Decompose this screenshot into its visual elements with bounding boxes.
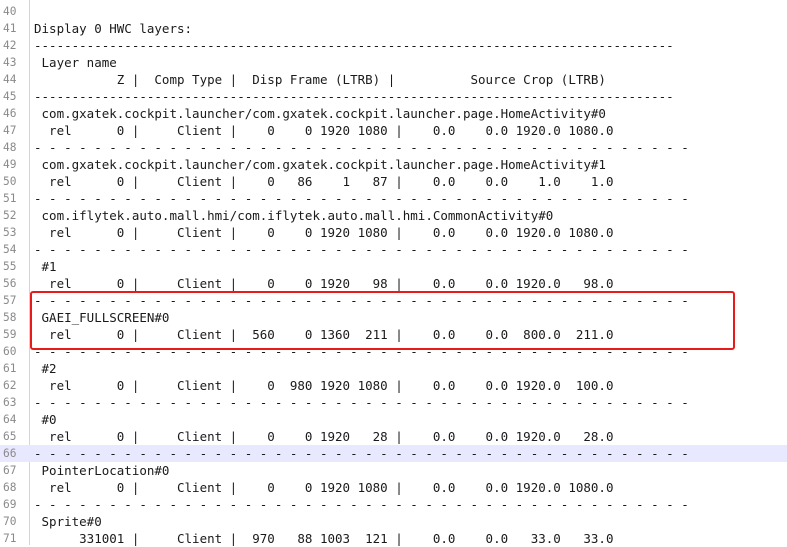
line-text: - - - - - - - - - - - - - - - - - - - - …	[34, 446, 689, 461]
line-text: #0	[34, 412, 57, 427]
code-line[interactable]: 62 rel 0 | Client | 0 980 1920 1080 | 0.…	[0, 377, 787, 394]
code-line[interactable]: 57 - - - - - - - - - - - - - - - - - - - …	[0, 292, 787, 309]
code-line[interactable]: 50 rel 0 | Client | 0 86 1 87 | 0.0 0.0 …	[0, 173, 787, 190]
line-text: ----------------------------------------…	[34, 89, 674, 104]
line-text: #1	[34, 259, 57, 274]
line-text: #2	[34, 361, 57, 376]
code-line[interactable]: 55 #1	[0, 258, 787, 275]
line-number: 70	[3, 515, 17, 528]
line-number: 56	[3, 277, 17, 290]
line-number: 61	[3, 362, 17, 375]
line-number: 45	[3, 90, 17, 103]
line-text: GAEI_FULLSCREEN#0	[34, 310, 170, 325]
code-line[interactable]: 70 Sprite#0	[0, 513, 787, 530]
line-number: 63	[3, 396, 17, 409]
line-number: 58	[3, 311, 17, 324]
code-line[interactable]: 47 rel 0 | Client | 0 0 1920 1080 | 0.0 …	[0, 122, 787, 139]
line-number: 68	[3, 481, 17, 494]
code-line[interactable]: 54 - - - - - - - - - - - - - - - - - - - …	[0, 241, 787, 258]
code-line[interactable]: 60 - - - - - - - - - - - - - - - - - - - …	[0, 343, 787, 360]
code-line[interactable]: 43 Layer name	[0, 54, 787, 71]
line-text: rel 0 | Client | 0 980 1920 1080 | 0.0 0…	[34, 378, 614, 393]
line-number: 49	[3, 158, 17, 171]
line-number: 59	[3, 328, 17, 341]
code-line[interactable]: 68 rel 0 | Client | 0 0 1920 1080 | 0.0 …	[0, 479, 787, 496]
code-line[interactable]: 52 com.iflytek.auto.mall.hmi/com.iflytek…	[0, 207, 787, 224]
line-number: 43	[3, 56, 17, 69]
line-number: 67	[3, 464, 17, 477]
line-number: 71	[3, 532, 17, 545]
code-line[interactable]: 63 - - - - - - - - - - - - - - - - - - - …	[0, 394, 787, 411]
line-text: - - - - - - - - - - - - - - - - - - - - …	[34, 497, 689, 512]
line-number: 46	[3, 107, 17, 120]
code-line[interactable]: 71 331001 | Client | 970 88 1003 121 | 0…	[0, 530, 787, 547]
line-text: 331001 | Client | 970 88 1003 121 | 0.0 …	[34, 531, 614, 546]
line-text: rel 0 | Client | 0 0 1920 28 | 0.0 0.0 1…	[34, 429, 614, 444]
code-line[interactable]: 44 Z | Comp Type | Disp Frame (LTRB) | S…	[0, 71, 787, 88]
line-text: - - - - - - - - - - - - - - - - - - - - …	[34, 242, 689, 257]
line-text: com.gxatek.cockpit.launcher/com.gxatek.c…	[34, 106, 606, 121]
code-line[interactable]: 56 rel 0 | Client | 0 0 1920 98 | 0.0 0.…	[0, 275, 787, 292]
code-line[interactable]: 41 Display 0 HWC layers:	[0, 20, 787, 37]
line-text: Display 0 HWC layers:	[34, 21, 193, 36]
line-number: 57	[3, 294, 17, 307]
line-number: 60	[3, 345, 17, 358]
line-number: 50	[3, 175, 17, 188]
code-line[interactable]: 58 GAEI_FULLSCREEN#0	[0, 309, 787, 326]
code-line[interactable]: 42 --------------------------------------…	[0, 37, 787, 54]
line-text: - - - - - - - - - - - - - - - - - - - - …	[34, 140, 689, 155]
line-number: 54	[3, 243, 17, 256]
line-number: 64	[3, 413, 17, 426]
line-number: 69	[3, 498, 17, 511]
code-line[interactable]: 46 com.gxatek.cockpit.launcher/com.gxate…	[0, 105, 787, 122]
code-line[interactable]: 48 - - - - - - - - - - - - - - - - - - - …	[0, 139, 787, 156]
code-line[interactable]: 67 PointerLocation#0	[0, 462, 787, 479]
line-number: 48	[3, 141, 17, 154]
line-number: 42	[3, 39, 17, 52]
line-number: 62	[3, 379, 17, 392]
line-text: rel 0 | Client | 0 0 1920 1080 | 0.0 0.0…	[34, 480, 614, 495]
line-number: 47	[3, 124, 17, 137]
code-line[interactable]: 40	[0, 3, 787, 20]
code-line[interactable]: 59 rel 0 | Client | 560 0 1360 211 | 0.0…	[0, 326, 787, 343]
text-editor[interactable]: 40 41 Display 0 HWC layers: 42 -------------…	[0, 0, 787, 547]
line-text: rel 0 | Client | 0 0 1920 1080 | 0.0 0.0…	[34, 123, 614, 138]
line-text: - - - - - - - - - - - - - - - - - - - - …	[34, 344, 689, 359]
line-text: Z | Comp Type | Disp Frame (LTRB) | Sour…	[34, 72, 606, 87]
line-number: 55	[3, 260, 17, 273]
code-line[interactable]: 51 - - - - - - - - - - - - - - - - - - - …	[0, 190, 787, 207]
code-line[interactable]: 45 --------------------------------------…	[0, 88, 787, 105]
line-text: Sprite#0	[34, 514, 102, 529]
line-number: 66	[3, 447, 17, 460]
line-number: 65	[3, 430, 17, 443]
line-text: com.iflytek.auto.mall.hmi/com.iflytek.au…	[34, 208, 554, 223]
code-line[interactable]: 53 rel 0 | Client | 0 0 1920 1080 | 0.0 …	[0, 224, 787, 241]
line-text: - - - - - - - - - - - - - - - - - - - - …	[34, 395, 689, 410]
line-text: rel 0 | Client | 0 0 1920 1080 | 0.0 0.0…	[34, 225, 614, 240]
line-text: - - - - - - - - - - - - - - - - - - - - …	[34, 293, 689, 308]
line-text: ----------------------------------------…	[34, 38, 674, 53]
code-line[interactable]: 61 #2	[0, 360, 787, 377]
line-number: 44	[3, 73, 17, 86]
line-number: 40	[3, 5, 17, 18]
line-text: - - - - - - - - - - - - - - - - - - - - …	[34, 191, 689, 206]
line-text: PointerLocation#0	[34, 463, 170, 478]
code-line[interactable]: 64 #0	[0, 411, 787, 428]
code-line[interactable]: 49 com.gxatek.cockpit.launcher/com.gxate…	[0, 156, 787, 173]
code-line[interactable]: 69 - - - - - - - - - - - - - - - - - - - …	[0, 496, 787, 513]
line-text: Layer name	[34, 55, 117, 70]
code-line[interactable]: 66 - - - - - - - - - - - - - - - - - - - …	[0, 445, 787, 462]
line-text: rel 0 | Client | 0 0 1920 98 | 0.0 0.0 1…	[34, 276, 614, 291]
line-number: 53	[3, 226, 17, 239]
line-number: 51	[3, 192, 17, 205]
line-text: rel 0 | Client | 560 0 1360 211 | 0.0 0.…	[34, 327, 614, 342]
line-text: rel 0 | Client | 0 86 1 87 | 0.0 0.0 1.0…	[34, 174, 614, 189]
line-text: com.gxatek.cockpit.launcher/com.gxatek.c…	[34, 157, 606, 172]
line-number: 52	[3, 209, 17, 222]
code-line[interactable]: 65 rel 0 | Client | 0 0 1920 28 | 0.0 0.…	[0, 428, 787, 445]
line-number: 41	[3, 22, 17, 35]
